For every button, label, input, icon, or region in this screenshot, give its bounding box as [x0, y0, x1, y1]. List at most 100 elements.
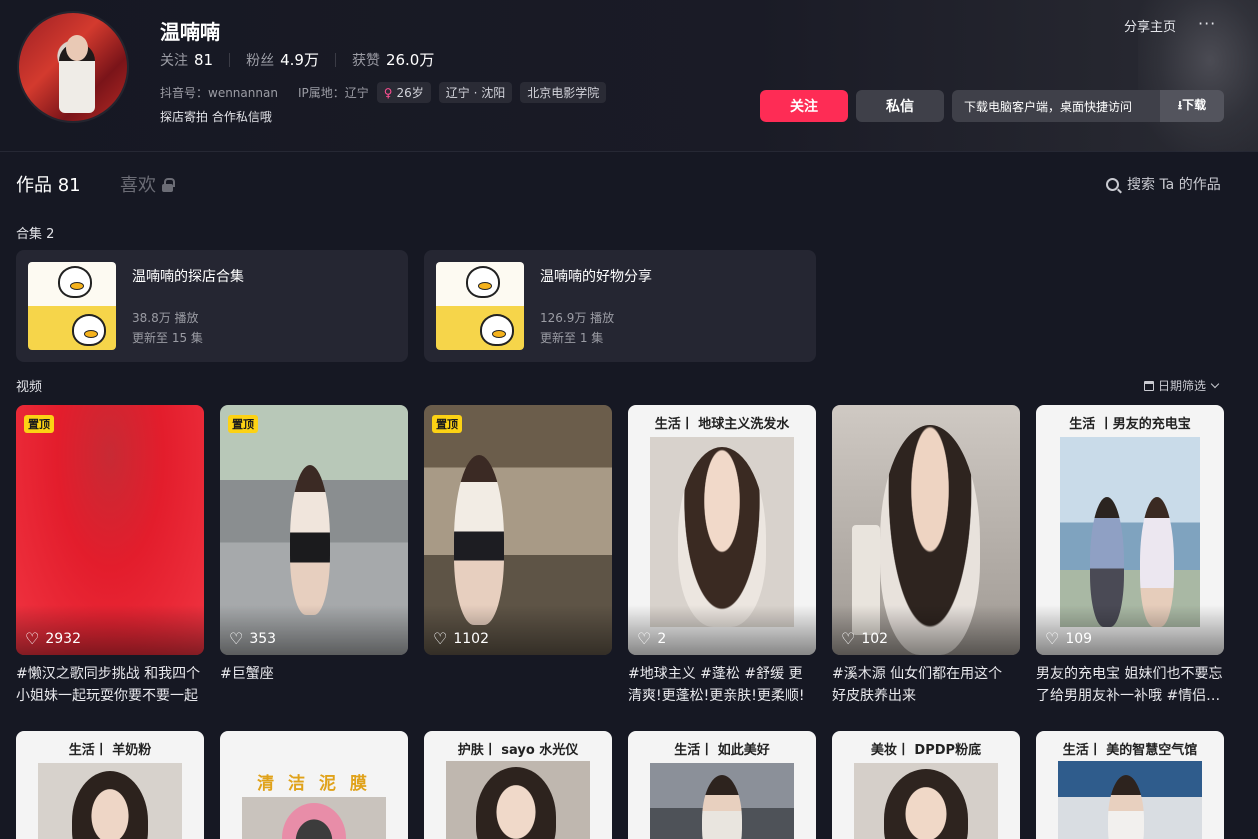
profile-meta: 抖音号：wennannan IP属地：辽宁 ♀ 26岁 辽宁 · 沈阳 北京电影学…	[160, 82, 607, 103]
nickname: 温喃喃	[160, 20, 220, 44]
card-shade	[16, 605, 204, 655]
thumbnail-photo	[650, 437, 794, 627]
video-card[interactable]: 生活 丨男友的充电宝 ♡ 109	[1036, 405, 1224, 655]
likes-count: 102	[861, 631, 889, 647]
card-shade	[628, 605, 816, 655]
video-thumbnail-person	[476, 767, 556, 839]
video-likes: ♡ 102	[841, 629, 889, 648]
video-thumbnail-person	[290, 465, 330, 615]
search-works-label: 搜索 Ta 的作品	[1127, 177, 1221, 193]
thumbnail-title: 生活丨 地球主义洗发水	[654, 417, 790, 432]
heart-icon: ♡	[25, 629, 40, 648]
thumbnail-title: 生活丨 羊奶粉	[68, 743, 152, 758]
video-thumbnail-person	[1108, 775, 1144, 839]
videos-heading: 视频	[16, 380, 43, 395]
chevron-down-icon	[1210, 379, 1220, 389]
video-card[interactable]: 生活丨 美的智慧空气馆	[1036, 731, 1224, 839]
video-description[interactable]: #地球主义 #蓬松 #舒缓 更清爽!更蓬松!更亲肤!更柔顺!	[628, 663, 816, 707]
age-tag-label: 26岁	[396, 86, 424, 100]
tab-likes[interactable]: 喜欢	[120, 171, 175, 197]
video-thumbnail-person	[678, 447, 766, 627]
video-description[interactable]: 男友的充电宝 姐妹们也不要忘了给男朋友补一补哦 #情侣…	[1036, 663, 1224, 707]
message-button[interactable]: 私信	[856, 90, 944, 122]
likes-count: 109	[1065, 631, 1093, 647]
heart-icon: ♡	[433, 629, 448, 648]
video-card[interactable]: 生活丨 地球主义洗发水 ♡ 2	[628, 405, 816, 655]
download-button[interactable]: ⭳下载	[1160, 90, 1224, 122]
video-likes: ♡ 109	[1045, 629, 1093, 648]
video-description[interactable]: #懒汉之歌同步挑战 和我四个小姐妹一起玩耍你要不要一起	[16, 663, 204, 707]
video-card[interactable]: 生活丨 羊奶粉	[16, 731, 204, 839]
collection-card[interactable]: 温喃喃的好物分享 126.9万 播放 更新至 1 集	[424, 250, 816, 362]
video-likes: ♡ 353	[229, 629, 277, 648]
date-filter[interactable]: 日期筛选	[1144, 377, 1220, 394]
collection-plays: 38.8万 播放	[132, 311, 199, 325]
collections-heading: 合集 2	[16, 227, 55, 242]
collection-cover	[28, 262, 116, 350]
heart-icon: ♡	[637, 629, 652, 648]
collection-plays: 126.9万 播放	[540, 311, 615, 325]
video-card[interactable]: 置顶 ♡ 2932	[16, 405, 204, 655]
follow-button[interactable]: 关注	[760, 90, 848, 122]
heart-icon: ♡	[1045, 629, 1060, 648]
search-icon	[1106, 177, 1119, 191]
search-works[interactable]: 搜索 Ta 的作品	[1106, 174, 1221, 194]
ip-location: IP属地：辽宁	[297, 86, 369, 100]
pinned-badge: 置顶	[228, 415, 258, 433]
card-shade	[424, 605, 612, 655]
thumbnail-photo	[854, 763, 998, 839]
following-label[interactable]: 关注	[160, 50, 188, 70]
thumbnail-photo	[38, 763, 182, 839]
more-icon[interactable]: ···	[1198, 14, 1216, 33]
pinned-badge: 置顶	[24, 415, 54, 433]
thumbnail-title: 生活丨 如此美好	[674, 743, 770, 758]
heart-icon: ♡	[229, 629, 244, 648]
collection-cover	[436, 262, 524, 350]
age-tag: ♀ 26岁	[376, 82, 431, 103]
avatar-face	[66, 35, 88, 61]
thumbnail-photo	[650, 763, 794, 839]
duck-icon	[480, 314, 514, 346]
douyin-id: 抖音号：wennannan	[160, 86, 278, 100]
video-thumbnail-person	[884, 769, 968, 839]
video-card[interactable]: 清 洁 泥 膜	[220, 731, 408, 839]
video-card[interactable]: 生活丨 如此美好	[628, 731, 816, 839]
likes-label: 获赞	[351, 52, 380, 69]
likes-count: 2	[657, 631, 667, 647]
card-shade	[220, 605, 408, 655]
duck-icon	[72, 314, 106, 346]
video-description[interactable]: #溪木源 仙女们都在用这个 好皮肤养出来	[832, 663, 1020, 707]
video-likes: ♡ 2932	[25, 629, 81, 648]
avatar[interactable]	[17, 11, 129, 123]
video-thumbnail-person	[72, 771, 148, 839]
thumbnail-title: 生活丨 美的智慧空气馆	[1062, 743, 1198, 758]
collection-card[interactable]: 温喃喃的探店合集 38.8万 播放 更新至 15 集	[16, 250, 408, 362]
thumbnail-title: 美妆丨 DPDP粉底	[870, 743, 982, 758]
video-card[interactable]: ♡ 102	[832, 405, 1020, 655]
video-card[interactable]: 护肤丨 sayo 水光仪	[424, 731, 612, 839]
followers-label[interactable]: 粉丝	[246, 50, 274, 70]
video-card[interactable]: 置顶 ♡ 1102	[424, 405, 612, 655]
download-client-button[interactable]: 下载电脑客户端，桌面快捷访问 ⭳下载	[952, 90, 1224, 122]
thumbnail-photo	[242, 797, 386, 839]
share-profile-button[interactable]: 分享主页	[1124, 16, 1176, 35]
duck-icon	[466, 266, 500, 298]
likes-count: 26.0万	[385, 51, 435, 69]
thumbnail-photo	[446, 761, 590, 839]
video-likes: ♡ 2	[637, 629, 667, 648]
female-icon: ♀	[383, 85, 393, 100]
likes-count: 2932	[45, 631, 81, 647]
followers-count[interactable]: 4.9万	[280, 49, 319, 70]
video-description[interactable]: #巨蟹座	[220, 663, 408, 685]
video-card[interactable]: 美妆丨 DPDP粉底	[832, 731, 1020, 839]
following-count[interactable]: 81	[194, 51, 213, 69]
likes-count: 353	[249, 631, 277, 647]
tab-likes-label: 喜欢	[120, 175, 156, 196]
card-shade	[832, 605, 1020, 655]
likes-count: 1102	[453, 631, 489, 647]
divider	[334, 52, 336, 67]
heart-icon: ♡	[841, 629, 856, 648]
video-card[interactable]: 置顶 ♡ 353	[220, 405, 408, 655]
tab-works[interactable]: 作品 81	[16, 171, 81, 197]
divider	[229, 52, 231, 67]
